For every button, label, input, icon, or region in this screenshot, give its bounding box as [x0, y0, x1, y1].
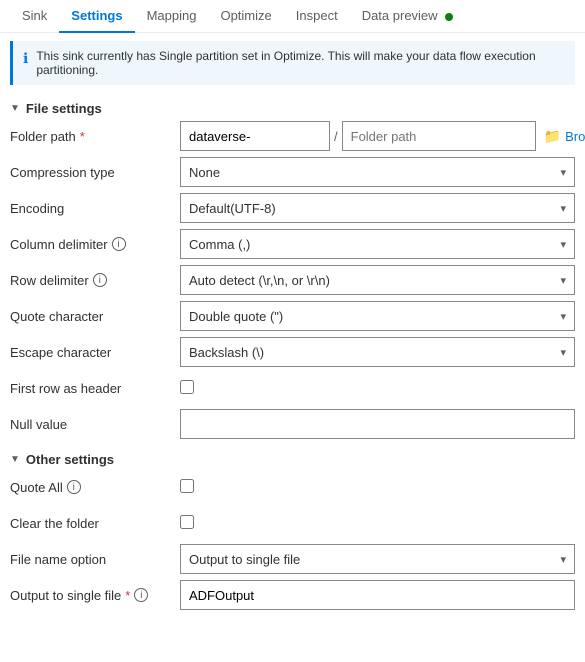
tab-inspect[interactable]: Inspect — [284, 0, 350, 33]
file-name-option-label: File name option — [10, 552, 180, 567]
status-dot — [445, 13, 453, 21]
path-separator: / — [334, 129, 338, 144]
tab-mapping[interactable]: Mapping — [135, 0, 209, 33]
row-delimiter-control: Auto detect (\r,\n, or \r\n) ▾ — [180, 265, 575, 295]
browse-button[interactable]: 📁 Browse — [540, 124, 585, 149]
null-value-label: Null value — [10, 417, 180, 432]
quote-all-row: Quote All i — [10, 471, 575, 503]
quote-all-control — [180, 479, 575, 496]
info-icon[interactable]: i — [134, 588, 148, 602]
quote-character-control: Double quote (") ▾ — [180, 301, 575, 331]
escape-character-row: Escape character Backslash (\) ▾ — [10, 336, 575, 368]
encoding-dropdown[interactable]: Default(UTF-8) ▾ — [180, 193, 575, 223]
chevron-icon: ▼ — [10, 103, 20, 114]
row-delimiter-label: Row delimiter i — [10, 273, 180, 288]
chevron-icon: ▼ — [10, 454, 20, 465]
file-settings-header[interactable]: ▼ File settings — [0, 93, 585, 120]
required-indicator: * — [80, 129, 85, 144]
clear-folder-row: Clear the folder — [10, 507, 575, 539]
folder-path-input[interactable] — [342, 121, 536, 151]
row-delimiter-row: Row delimiter i Auto detect (\r,\n, or \… — [10, 264, 575, 296]
column-delimiter-control: Comma (,) ▾ — [180, 229, 575, 259]
output-single-file-label: Output to single file * i — [10, 588, 180, 603]
other-settings-form: Quote All i Clear the folder File name o… — [0, 471, 585, 611]
compression-type-control: None ▾ — [180, 157, 575, 187]
other-settings-header[interactable]: ▼ Other settings — [0, 444, 585, 471]
compression-type-row: Compression type None ▾ — [10, 156, 575, 188]
info-banner: ℹ This sink currently has Single partiti… — [10, 41, 575, 85]
folder-path-label: Folder path * — [10, 129, 180, 144]
escape-character-control: Backslash (\) ▾ — [180, 337, 575, 367]
file-settings-form: Folder path * / 📁 Browse Compression typ… — [0, 120, 585, 440]
info-icon[interactable]: i — [112, 237, 126, 251]
file-name-option-row: File name option Output to single file ▾ — [10, 543, 575, 575]
column-delimiter-label: Column delimiter i — [10, 237, 180, 252]
column-delimiter-dropdown[interactable]: Comma (,) ▾ — [180, 229, 575, 259]
quote-character-label: Quote character — [10, 309, 180, 324]
compression-type-dropdown[interactable]: None ▾ — [180, 157, 575, 187]
chevron-down-icon: ▾ — [560, 346, 566, 359]
quote-character-dropdown[interactable]: Double quote (") ▾ — [180, 301, 575, 331]
null-value-row: Null value — [10, 408, 575, 440]
output-single-file-row: Output to single file * i — [10, 579, 575, 611]
chevron-down-icon: ▾ — [560, 274, 566, 287]
escape-character-label: Escape character — [10, 345, 180, 360]
row-delimiter-dropdown[interactable]: Auto detect (\r,\n, or \r\n) ▾ — [180, 265, 575, 295]
tab-bar: Sink Settings Mapping Optimize Inspect D… — [0, 0, 585, 33]
info-icon: ℹ — [23, 50, 28, 67]
info-icon[interactable]: i — [93, 273, 107, 287]
clear-folder-checkbox[interactable] — [180, 515, 194, 529]
file-name-option-control: Output to single file ▾ — [180, 544, 575, 574]
quote-all-label: Quote All i — [10, 480, 180, 495]
clear-folder-label: Clear the folder — [10, 516, 180, 531]
banner-text: This sink currently has Single partition… — [36, 49, 565, 77]
chevron-down-icon: ▾ — [560, 166, 566, 179]
output-single-file-input[interactable] — [180, 580, 575, 610]
info-icon[interactable]: i — [67, 480, 81, 494]
column-delimiter-row: Column delimiter i Comma (,) ▾ — [10, 228, 575, 260]
other-settings-label: Other settings — [26, 452, 114, 467]
chevron-down-icon: ▾ — [560, 238, 566, 251]
chevron-down-icon: ▾ — [560, 553, 566, 566]
compression-type-label: Compression type — [10, 165, 180, 180]
encoding-control: Default(UTF-8) ▾ — [180, 193, 575, 223]
output-single-file-control — [180, 580, 575, 610]
encoding-row: Encoding Default(UTF-8) ▾ — [10, 192, 575, 224]
tab-optimize[interactable]: Optimize — [208, 0, 283, 33]
clear-folder-control — [180, 515, 575, 532]
folder-path-row: Folder path * / 📁 Browse — [10, 120, 575, 152]
quote-all-checkbox[interactable] — [180, 479, 194, 493]
null-value-input[interactable] — [180, 409, 575, 439]
first-row-header-checkbox[interactable] — [180, 380, 194, 394]
escape-character-dropdown[interactable]: Backslash (\) ▾ — [180, 337, 575, 367]
tab-settings[interactable]: Settings — [59, 0, 134, 33]
first-row-header-label: First row as header — [10, 381, 180, 396]
file-settings-label: File settings — [26, 101, 102, 116]
first-row-header-row: First row as header — [10, 372, 575, 404]
quote-character-row: Quote character Double quote (") ▾ — [10, 300, 575, 332]
chevron-down-icon: ▾ — [560, 202, 566, 215]
null-value-control — [180, 409, 575, 439]
encoding-label: Encoding — [10, 201, 180, 216]
chevron-down-icon: ▾ — [560, 310, 566, 323]
required-indicator: * — [125, 588, 130, 603]
tab-sink[interactable]: Sink — [10, 0, 59, 33]
folder-icon: 📁 — [544, 128, 561, 145]
first-row-header-control — [180, 380, 575, 397]
file-name-option-dropdown[interactable]: Output to single file ▾ — [180, 544, 575, 574]
tab-data-preview[interactable]: Data preview — [350, 0, 466, 33]
folder-path-controls: / 📁 Browse — [180, 121, 585, 151]
folder-main-input[interactable] — [180, 121, 330, 151]
